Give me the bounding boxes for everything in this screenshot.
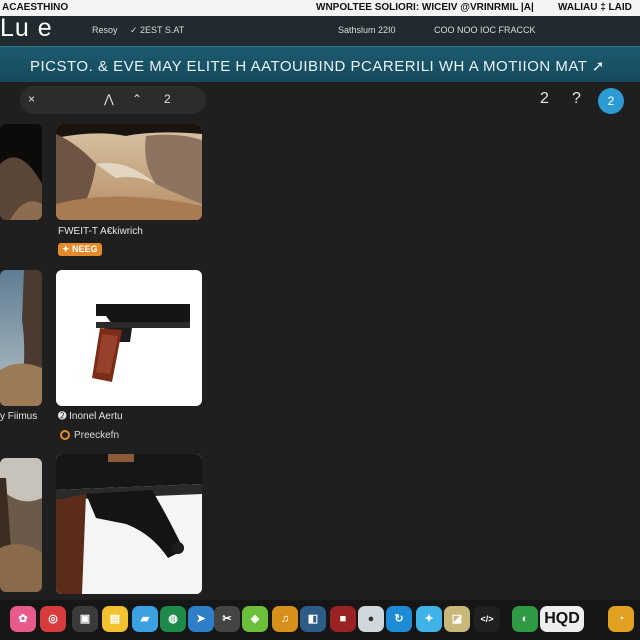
app-dock: ✿ ◎ ▣ ▤ ▰ ◍ ➤ ✂ ◈ ♫ ◧ ■ ● ↻ ✦ ◪ </> ◐ HQ… (0, 600, 640, 640)
top-strip-right-text-2: WALIAU ‡ LAID (558, 2, 632, 13)
globe-icon[interactable]: ◍ (160, 606, 186, 632)
left-card-image-2[interactable] (0, 270, 42, 406)
status-text-1: Sathslum 22I0 (338, 25, 396, 35)
target-icon[interactable]: ◎ (40, 606, 66, 632)
help-icon[interactable]: ? (572, 90, 581, 108)
compass-icon[interactable]: ➤ (188, 606, 214, 632)
photo-icon[interactable]: ◧ (300, 606, 326, 632)
card2-status-icon (60, 430, 70, 440)
music-icon[interactable]: ♫ (272, 606, 298, 632)
card2-caption: ➋ Inonel Aertu (58, 411, 123, 422)
promo-banner[interactable]: PICSTO. & EVE MAY ELITE H AATOUIBIND PCA… (0, 46, 640, 82)
card-image-pistol-closeup[interactable] (56, 454, 202, 594)
hq-label: HQ (544, 610, 569, 627)
tool-a-icon[interactable]: ⋀ (104, 92, 114, 106)
tool-b-icon[interactable]: ⌃ (132, 92, 142, 106)
page-number-button[interactable]: 2 (540, 90, 549, 108)
system-top-strip: ACAESTHINO WNPOLTEE SOLIORI: WICEIV @VRI… (0, 0, 640, 16)
nav-item-1[interactable]: Resoy (92, 25, 118, 35)
tree-landscape-image (0, 458, 42, 592)
stop-icon[interactable]: ■ (330, 606, 356, 632)
twitter-icon[interactable]: ✦ (416, 606, 442, 632)
app-logo[interactable]: Lu e (0, 14, 53, 44)
d-label: D (568, 610, 580, 627)
app-header: Lu e Resoy ✓ 2EST S.AT Sathslum 22I0 COO… (0, 14, 640, 46)
tool-pill: × ⋀ ⌃ 2 (20, 86, 206, 114)
cave-image (0, 124, 42, 220)
left-card-image-1[interactable] (0, 124, 42, 220)
top-strip-right-text-1: WNPOLTEE SOLIORI: WICEIV @VRINRMIL |A| (316, 2, 534, 13)
folder-icon[interactable]: ▰ (132, 606, 158, 632)
card-image-pistol[interactable] (56, 270, 202, 406)
circle-icon[interactable]: ● (358, 606, 384, 632)
card2-subtitle: Preeckefn (74, 430, 120, 441)
tools-icon[interactable]: ✂ (214, 606, 240, 632)
banner-text: PICSTO. & EVE MAY ELITE H AATOUIBIND PCA… (30, 58, 605, 75)
pistol-image (92, 304, 190, 382)
tool-c-button[interactable]: 2 (164, 92, 171, 106)
sync-icon[interactable]: ↻ (386, 606, 412, 632)
notes-icon[interactable]: ▤ (102, 606, 128, 632)
rock-landscape-image (0, 270, 42, 406)
code-icon[interactable]: </> (474, 606, 500, 632)
app-window: ACAESTHINO WNPOLTEE SOLIORI: WICEIV @VRI… (0, 0, 640, 640)
terminal-icon[interactable]: ▣ (72, 606, 98, 632)
left-card-image-3[interactable] (0, 458, 42, 592)
card-image-canyon[interactable] (56, 124, 202, 220)
left-card-caption: y Fiimus (0, 411, 38, 422)
nav-item-2[interactable]: ✓ 2EST S.AT (130, 25, 184, 36)
hq-text-icon[interactable]: HQD (540, 606, 584, 632)
pistol-closeup-image (56, 454, 202, 594)
card1-badge: ✦ NEEG (58, 243, 102, 256)
maps-icon[interactable]: ◈ (242, 606, 268, 632)
action-button[interactable]: 2 (598, 88, 624, 114)
canyon-image (56, 124, 202, 220)
close-icon[interactable]: × (28, 92, 35, 106)
flower-icon[interactable]: ✿ (10, 606, 36, 632)
toolbar: × ⋀ ⌃ 2 2 ? 2 (0, 82, 640, 118)
clock-icon[interactable]: ◔ (608, 606, 634, 632)
preview-icon[interactable]: ◪ (444, 606, 470, 632)
status-text-2: COO NOO IOC FRACCK (434, 25, 536, 35)
globe2-icon[interactable]: ◐ (512, 606, 538, 632)
card1-caption: FWEIT-T A€kiwrich (58, 226, 143, 237)
top-strip-left-text: ACAESTHINO (2, 2, 69, 13)
